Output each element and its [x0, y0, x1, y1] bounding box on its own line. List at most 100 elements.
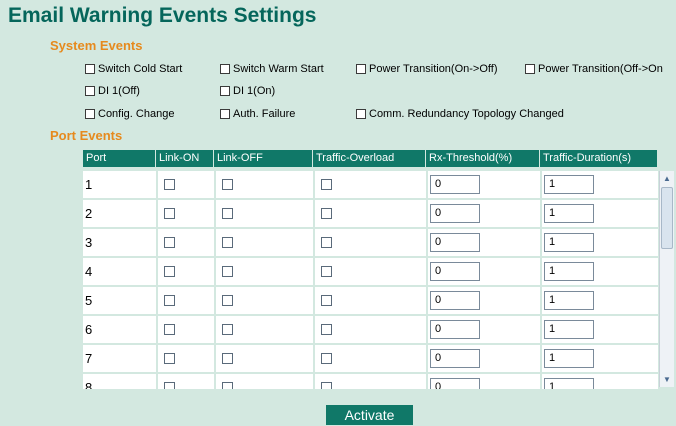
link-off-cell	[216, 316, 315, 343]
link-on-cell	[158, 374, 216, 389]
power-transition-off-on-label: Power Transition(Off->On	[538, 63, 663, 75]
di1-on-checkbox[interactable]	[220, 86, 230, 96]
traffic-overload-checkbox[interactable]	[321, 324, 332, 335]
traffic-duration-input[interactable]: 1	[544, 320, 594, 339]
scrollbar-thumb[interactable]	[661, 187, 673, 249]
switch-cold-start-checkbox[interactable]	[85, 64, 95, 74]
rx-threshold-cell: 0	[428, 200, 542, 227]
link-on-checkbox[interactable]	[164, 382, 175, 389]
scroll-up-icon[interactable]: ▲	[660, 171, 674, 186]
traffic-overload-checkbox[interactable]	[321, 382, 332, 389]
traffic-duration-input[interactable]: 1	[544, 291, 594, 310]
auth-failure-checkbox[interactable]	[220, 109, 230, 119]
rx-threshold-input[interactable]: 0	[430, 175, 480, 194]
port-events-table: 1 0 1 2 0 1 3 0 1 4 0 1 5 0 1 6 0 1 7 0 1 8 0 1	[83, 171, 658, 389]
traffic-duration-input[interactable]: 1	[544, 204, 594, 223]
rx-threshold-input[interactable]: 0	[430, 320, 480, 339]
switch-warm-start-checkbox[interactable]	[220, 64, 230, 74]
rx-threshold-input[interactable]: 0	[430, 233, 480, 252]
switch-warm-start-option[interactable]: Switch Warm Start	[220, 63, 324, 75]
traffic-overload-cell	[315, 171, 428, 198]
column-header-traffic-duration: Traffic-Duration(s)	[543, 152, 632, 164]
power-transition-on-off-option[interactable]: Power Transition(On->Off)	[356, 63, 497, 75]
port-number: 7	[85, 351, 93, 366]
link-off-checkbox[interactable]	[222, 382, 233, 389]
link-on-checkbox[interactable]	[164, 295, 175, 306]
link-off-checkbox[interactable]	[222, 324, 233, 335]
comm-redundancy-checkbox[interactable]	[356, 109, 366, 119]
rx-threshold-input[interactable]: 0	[430, 291, 480, 310]
table-row: 4 0 1	[83, 258, 658, 287]
comm-redundancy-option[interactable]: Comm. Redundancy Topology Changed	[356, 108, 564, 120]
vertical-scrollbar[interactable]: ▲ ▼	[659, 171, 674, 387]
link-off-checkbox[interactable]	[222, 208, 233, 219]
traffic-duration-cell: 1	[542, 171, 658, 198]
rx-threshold-cell: 0	[428, 374, 542, 389]
link-off-checkbox[interactable]	[222, 266, 233, 277]
link-on-cell	[158, 229, 216, 256]
traffic-duration-input[interactable]: 1	[544, 233, 594, 252]
link-off-cell	[216, 229, 315, 256]
link-on-cell	[158, 258, 216, 285]
di1-off-checkbox[interactable]	[85, 86, 95, 96]
link-on-cell	[158, 171, 216, 198]
traffic-duration-input[interactable]: 1	[544, 378, 594, 389]
port-cell: 8	[83, 374, 158, 389]
port-number: 6	[85, 322, 93, 337]
auth-failure-option[interactable]: Auth. Failure	[220, 108, 295, 120]
scroll-down-icon[interactable]: ▼	[660, 372, 674, 387]
rx-threshold-input[interactable]: 0	[430, 378, 480, 389]
link-on-checkbox[interactable]	[164, 208, 175, 219]
rx-threshold-cell: 0	[428, 287, 542, 314]
traffic-duration-cell: 1	[542, 374, 658, 389]
activate-button[interactable]: Activate	[326, 405, 413, 425]
traffic-overload-checkbox[interactable]	[321, 179, 332, 190]
comm-redundancy-label: Comm. Redundancy Topology Changed	[369, 108, 564, 120]
link-on-cell	[158, 316, 216, 343]
config-change-option[interactable]: Config. Change	[85, 108, 174, 120]
link-on-checkbox[interactable]	[164, 266, 175, 277]
link-on-checkbox[interactable]	[164, 237, 175, 248]
traffic-duration-cell: 1	[542, 316, 658, 343]
traffic-duration-input[interactable]: 1	[544, 349, 594, 368]
traffic-overload-checkbox[interactable]	[321, 266, 332, 277]
traffic-overload-checkbox[interactable]	[321, 237, 332, 248]
port-cell: 6	[83, 316, 158, 343]
rx-threshold-input[interactable]: 0	[430, 204, 480, 223]
traffic-duration-input[interactable]: 1	[544, 262, 594, 281]
link-on-checkbox[interactable]	[164, 353, 175, 364]
traffic-overload-cell	[315, 374, 428, 389]
power-transition-on-off-checkbox[interactable]	[356, 64, 366, 74]
traffic-overload-checkbox[interactable]	[321, 208, 332, 219]
rx-threshold-cell: 0	[428, 229, 542, 256]
power-transition-off-on-option[interactable]: Power Transition(Off->On	[525, 63, 663, 75]
rx-threshold-input[interactable]: 0	[430, 349, 480, 368]
port-number: 2	[85, 206, 93, 221]
link-off-checkbox[interactable]	[222, 353, 233, 364]
config-change-checkbox[interactable]	[85, 109, 95, 119]
column-header-port: Port	[83, 150, 156, 167]
rx-threshold-input[interactable]: 0	[430, 262, 480, 281]
traffic-overload-checkbox[interactable]	[321, 295, 332, 306]
link-off-checkbox[interactable]	[222, 237, 233, 248]
table-row: 1 0 1	[83, 171, 658, 200]
traffic-overload-cell	[315, 316, 428, 343]
link-on-checkbox[interactable]	[164, 324, 175, 335]
switch-cold-start-option[interactable]: Switch Cold Start	[85, 63, 182, 75]
power-transition-on-off-label: Power Transition(On->Off)	[369, 63, 498, 75]
rx-threshold-cell: 0	[428, 316, 542, 343]
di1-off-label: DI 1(Off)	[98, 85, 140, 97]
port-cell: 2	[83, 200, 158, 227]
traffic-duration-input[interactable]: 1	[544, 175, 594, 194]
link-on-checkbox[interactable]	[164, 179, 175, 190]
link-off-checkbox[interactable]	[222, 295, 233, 306]
traffic-overload-checkbox[interactable]	[321, 353, 332, 364]
link-off-checkbox[interactable]	[222, 179, 233, 190]
column-header-traffic-overload: Traffic-Overload	[313, 150, 426, 167]
table-row: 8 0 1	[83, 374, 658, 389]
rx-threshold-cell: 0	[428, 171, 542, 198]
switch-warm-start-label: Switch Warm Start	[233, 63, 324, 75]
di1-on-option[interactable]: DI 1(On)	[220, 85, 275, 97]
di1-off-option[interactable]: DI 1(Off)	[85, 85, 140, 97]
power-transition-off-on-checkbox[interactable]	[525, 64, 535, 74]
